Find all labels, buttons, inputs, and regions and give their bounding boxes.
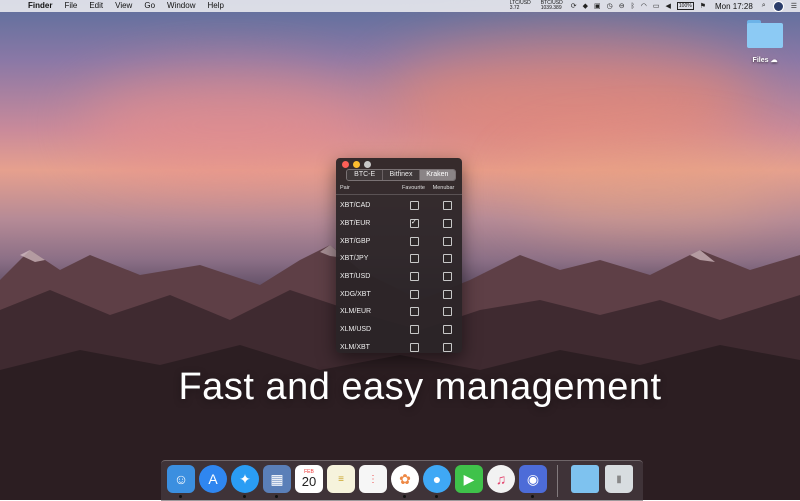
tweetbot-icon[interactable]: ◉ — [519, 465, 547, 498]
pair-label: XLM/XBT — [340, 343, 370, 351]
table-row[interactable]: XBT/USD — [336, 268, 462, 286]
menu-go[interactable]: Go — [138, 0, 161, 12]
battery-icon[interactable]: 100% — [676, 2, 694, 10]
table-row[interactable]: XBT/CAD — [336, 197, 462, 215]
folder-icon — [747, 20, 783, 48]
pair-label: XLM/USD — [340, 326, 372, 334]
menubar-checkbox[interactable] — [443, 201, 452, 211]
stop-icon[interactable]: ⊖ — [616, 2, 628, 10]
window-titlebar[interactable]: BTC-E Bitfinex Kraken — [336, 158, 462, 182]
app-store-icon[interactable]: A — [199, 465, 227, 493]
menubar-checkbox[interactable] — [443, 325, 452, 335]
timemachine-icon[interactable]: ◷ — [604, 2, 616, 10]
pair-label: XDG/XBT — [340, 290, 371, 298]
menubar-checkbox[interactable] — [443, 219, 452, 229]
facetime-icon[interactable]: ▶ — [455, 465, 483, 493]
pair-label: XBT/CAD — [340, 202, 371, 210]
wifi-icon[interactable]: ◠ — [638, 2, 650, 10]
ticker-price: 1039.389 — [540, 5, 562, 11]
volume-icon[interactable]: ◀ — [663, 2, 674, 10]
column-menubar[interactable]: Menubar — [429, 185, 458, 191]
pair-label: XBT/USD — [340, 273, 371, 281]
trash-icon[interactable]: ▮ — [605, 465, 633, 493]
tab-btc-e[interactable]: BTC-E — [347, 170, 384, 180]
safari-icon[interactable]: ✦ — [231, 465, 259, 498]
menubar-clock[interactable]: Mon 17:28 — [709, 2, 759, 11]
pairs-window: BTC-E Bitfinex Kraken Pair Favourite Men… — [336, 158, 462, 353]
dock-separator — [557, 465, 558, 497]
menu-view[interactable]: View — [109, 0, 138, 12]
menubar-checkbox[interactable] — [443, 272, 452, 282]
minimize-button[interactable] — [353, 161, 360, 168]
notification-center-icon[interactable]: ☰ — [788, 2, 800, 10]
menu-file[interactable]: File — [58, 0, 83, 12]
flag-icon[interactable]: ⚑ — [697, 2, 709, 10]
pairs-table: XBT/CAD XBT/EUR XBT/GBP XBT/JPY XBT/USD XDG/X… — [336, 195, 462, 353]
favourite-checkbox[interactable] — [410, 201, 419, 211]
table-row[interactable]: XLM/EUR — [336, 303, 462, 321]
menubar-checkbox[interactable] — [443, 236, 452, 246]
ticker-ltc-usd[interactable]: LTC/USD 3.72 — [505, 1, 536, 11]
pair-label: XLM/EUR — [340, 308, 372, 316]
table-row[interactable]: XLM/USD — [336, 321, 462, 339]
table-row[interactable]: XLM/XBT — [336, 339, 462, 354]
cloud-download-icon: ☁ — [770, 57, 778, 64]
menubar-checkbox[interactable] — [443, 289, 452, 299]
calendar-icon[interactable]: FEB 20 — [295, 465, 323, 493]
table-header: Pair Favourite Menubar — [336, 182, 462, 195]
menubar-checkbox[interactable] — [443, 254, 452, 264]
favourite-checkbox[interactable] — [410, 325, 419, 335]
desktop-files-folder[interactable]: Files ☁ — [744, 20, 786, 64]
pair-label: XBT/GBP — [340, 237, 371, 245]
favourite-checkbox[interactable] — [410, 289, 419, 299]
column-pair[interactable]: Pair — [340, 185, 398, 191]
favourite-checkbox[interactable] — [410, 254, 419, 264]
tagline: Fast and easy management — [178, 366, 662, 408]
tab-kraken[interactable]: Kraken — [419, 170, 455, 180]
messages-icon[interactable]: ● — [423, 465, 451, 498]
favourite-checkbox[interactable] — [410, 272, 419, 282]
favourite-checkbox[interactable] — [410, 218, 419, 229]
menu-app-name[interactable]: Finder — [22, 0, 58, 12]
spotlight-icon[interactable]: ⌕ — [759, 2, 769, 10]
favourite-checkbox[interactable] — [410, 236, 419, 246]
dock: ☺ A ✦ ▦ FEB 20 ≡ ⋮ ✿ ● ▶ ♫ ◉ ▮ — [161, 460, 643, 501]
pair-label: XBT/EUR — [340, 220, 371, 228]
itunes-icon[interactable]: ♫ — [487, 465, 515, 493]
menu-bar: Finder File Edit View Go Window Help LTC… — [0, 0, 800, 12]
favourite-checkbox[interactable] — [410, 342, 419, 352]
zoom-button[interactable] — [364, 161, 371, 168]
finder-icon[interactable]: ☺ — [167, 465, 195, 498]
favourite-checkbox[interactable] — [410, 307, 419, 317]
menu-edit[interactable]: Edit — [83, 0, 109, 12]
folder-label: Files ☁ — [752, 57, 778, 64]
airplay-icon[interactable]: ▭ — [650, 2, 663, 10]
table-row[interactable]: XDG/XBT — [336, 285, 462, 303]
ticker-btc-usd[interactable]: BTC/USD 1039.389 — [536, 1, 568, 11]
table-row[interactable]: XBT/GBP — [336, 232, 462, 250]
pair-label: XBT/JPY — [340, 255, 369, 263]
table-row[interactable]: XBT/EUR — [336, 215, 462, 233]
exchange-tabs: BTC-E Bitfinex Kraken — [346, 169, 456, 181]
preview-icon[interactable]: ▦ — [263, 465, 291, 498]
user-avatar[interactable] — [772, 0, 784, 12]
calendar-day: 20 — [301, 474, 317, 489]
ticker-price: 3.72 — [509, 5, 520, 11]
menu-window[interactable]: Window — [161, 0, 201, 12]
reminders-icon[interactable]: ⋮ — [359, 465, 387, 493]
menubar-checkbox[interactable] — [443, 307, 452, 317]
menu-help[interactable]: Help — [201, 0, 229, 12]
close-button[interactable] — [342, 161, 349, 168]
sync-icon[interactable]: ⟳ — [568, 2, 580, 10]
notes-icon[interactable]: ≡ — [327, 465, 355, 493]
bluetooth-icon[interactable]: ᛒ — [628, 3, 638, 10]
dropbox-icon[interactable]: ◆ — [580, 2, 591, 10]
box-icon[interactable]: ▣ — [591, 2, 604, 10]
downloads-folder-icon[interactable] — [571, 465, 599, 493]
photos-icon[interactable]: ✿ — [391, 465, 419, 498]
menubar-checkbox[interactable] — [443, 342, 452, 352]
table-row[interactable]: XBT/JPY — [336, 250, 462, 268]
column-favourite[interactable]: Favourite — [398, 185, 429, 191]
tab-bitfinex[interactable]: Bitfinex — [383, 170, 420, 180]
